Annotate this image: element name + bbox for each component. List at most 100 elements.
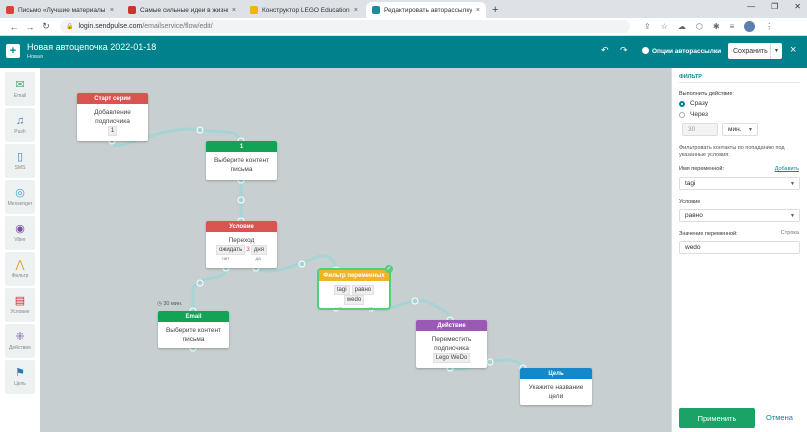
- options-label: Опции авторассылки: [652, 48, 722, 55]
- sidebar-item-push[interactable]: ♫ Push: [5, 108, 35, 142]
- value-label: Значение переменной:: [679, 231, 738, 237]
- minimize-icon[interactable]: —: [747, 2, 755, 11]
- back-icon[interactable]: ←: [6, 22, 22, 32]
- apply-button[interactable]: Применить: [679, 408, 755, 428]
- page-title[interactable]: Новая автоцепочка 2022-01-18: [27, 42, 156, 52]
- redo-icon[interactable]: ↷: [620, 45, 628, 56]
- link-midpoint: [196, 279, 204, 287]
- email-icon: ✉: [15, 79, 25, 91]
- node-header: Фильтр переменных: [319, 270, 389, 281]
- maximize-icon[interactable]: ❐: [771, 2, 778, 11]
- add-link[interactable]: Добавить: [775, 166, 799, 172]
- info-icon: [642, 47, 649, 54]
- link-midpoint: [298, 260, 306, 268]
- node-header: Действие: [416, 320, 487, 331]
- start-node[interactable]: Старт серии Добавление подписчика 1: [77, 93, 148, 141]
- sidebar-item-viber[interactable]: ◉ Viber: [5, 216, 35, 250]
- value-type-hint: Строка: [780, 230, 799, 236]
- radio-after[interactable]: Через: [679, 111, 708, 118]
- browser-tab-2[interactable]: Самые сильные идеи в жизни ×: [122, 2, 242, 18]
- operator-chip: равно: [351, 285, 375, 295]
- node-text: Переместить подписчика: [431, 336, 472, 352]
- puzzle-icon[interactable]: ✱: [713, 22, 720, 31]
- action-node[interactable]: Действие Переместить подписчика Lego WeD…: [416, 320, 487, 368]
- tab-close-icon[interactable]: ×: [476, 7, 480, 14]
- email-node-2[interactable]: Email Выберите контент письма: [158, 311, 229, 348]
- condition-node[interactable]: Условие Переход ожидать 3 дня нет да: [206, 221, 277, 268]
- wait-days: 3: [246, 246, 250, 253]
- sidebar-item-action[interactable]: ⁜ Действие: [5, 324, 35, 358]
- condition-label: Условие: [679, 199, 701, 205]
- tab-title: Конструктор LEGO Education SP: [262, 6, 350, 14]
- sidebar-item-filter[interactable]: ⋀ Фильтр: [5, 252, 35, 286]
- divider: [679, 82, 800, 83]
- new-tab-icon[interactable]: +: [492, 4, 498, 16]
- node-text: Укажите название цели: [528, 384, 584, 400]
- link-midpoint: [196, 126, 204, 134]
- goal-node[interactable]: Цель Укажите название цели: [520, 368, 592, 405]
- flow-canvas[interactable]: Старт серии Добавление подписчика 1 1 Вы…: [40, 68, 671, 432]
- sidebar-item-messenger[interactable]: ◎ Messenger: [5, 180, 35, 214]
- url-host: login.sendpulse.com: [78, 23, 143, 30]
- sidebar-item-sms[interactable]: ▯ SMS: [5, 144, 35, 178]
- undo-icon[interactable]: ↶: [601, 45, 609, 56]
- save-button[interactable]: Сохранить ▼: [728, 43, 782, 59]
- select-value: мин.: [728, 126, 742, 133]
- tab-title: Самые сильные идеи в жизни: [140, 6, 228, 14]
- avatar[interactable]: [744, 21, 756, 32]
- browser-tabbar: Письмо «Лучшие материалы за × Самые силь…: [0, 0, 807, 18]
- gmail-icon: [6, 6, 14, 14]
- panel-section-title: ФИЛЬТР: [679, 74, 702, 80]
- node-header: Цель: [520, 368, 592, 379]
- tab-close-icon[interactable]: ×: [232, 7, 236, 14]
- share-icon[interactable]: ⇪: [644, 22, 651, 31]
- value-chip: wedo: [343, 295, 365, 305]
- subscriber-count: 1: [107, 126, 118, 136]
- sidebar-item-condition[interactable]: ▤ Условие: [5, 288, 35, 322]
- tab-title: Письмо «Лучшие материалы за: [18, 6, 106, 14]
- extension-icon[interactable]: ⬡: [696, 22, 703, 31]
- node-header: 1: [206, 141, 277, 152]
- tab-close-icon[interactable]: ×: [110, 7, 114, 14]
- sidebar-item-email[interactable]: ✉ Email: [5, 72, 35, 106]
- reload-icon[interactable]: ↻: [38, 21, 54, 32]
- tab-title: Редактировать авторассылку: [384, 6, 472, 14]
- chevron-down-icon[interactable]: ▼: [770, 43, 782, 59]
- tab-close-icon[interactable]: ×: [354, 7, 358, 14]
- delay-unit-select[interactable]: мин. ▼: [722, 123, 758, 136]
- browser-tab-3[interactable]: Конструктор LEGO Education SP ×: [244, 2, 364, 18]
- delay-value-input[interactable]: 30: [682, 123, 718, 136]
- link-midpoint: [237, 196, 245, 204]
- cloud-icon[interactable]: ☁: [678, 22, 686, 31]
- window-close-icon[interactable]: ✕: [794, 2, 801, 11]
- condition-select[interactable]: равно ▼: [679, 209, 800, 222]
- filter-icon: ⋀: [15, 259, 25, 271]
- star-icon[interactable]: ☆: [661, 22, 668, 31]
- branch-no-label: нет: [222, 256, 230, 261]
- value-input[interactable]: wedo: [679, 241, 800, 254]
- cancel-button[interactable]: Отмена: [766, 413, 793, 422]
- messenger-icon: ◎: [15, 187, 25, 199]
- menu-icon[interactable]: ⋮: [765, 22, 773, 31]
- node-body: Добавление подписчика 1: [77, 104, 148, 136]
- node-header: Старт серии: [77, 93, 148, 104]
- options-button[interactable]: Опции авторассылки: [642, 47, 721, 55]
- email-node-1[interactable]: 1 Выберите контент письма: [206, 141, 277, 180]
- variable-chip: tagi: [333, 285, 350, 295]
- browser-tab-4[interactable]: Редактировать авторассылку ×: [366, 2, 486, 18]
- target-chip: Lego WeDo: [432, 353, 471, 363]
- delay-value: 30 мин.: [163, 301, 183, 307]
- site-icon: [128, 6, 136, 14]
- lego-icon: [250, 6, 258, 14]
- browser-tab-1[interactable]: Письмо «Лучшие материалы за ×: [0, 2, 120, 18]
- filter-node[interactable]: Фильтр переменных tagi равноwedo нет да ✓: [317, 265, 393, 311]
- sendpulse-logo-icon[interactable]: +: [6, 44, 20, 58]
- variable-select[interactable]: tagi ▼: [679, 177, 800, 190]
- forward-icon[interactable]: →: [22, 22, 38, 32]
- close-icon[interactable]: ×: [790, 44, 796, 56]
- radio-now[interactable]: Сразу: [679, 100, 708, 107]
- node-header: Email: [158, 311, 229, 322]
- sidebar-item-goal[interactable]: ⚑ Цель: [5, 360, 35, 394]
- url-input[interactable]: 🔒 login.sendpulse.com/emailservice/flow/…: [60, 20, 630, 33]
- reading-list-icon[interactable]: ≡: [730, 22, 735, 31]
